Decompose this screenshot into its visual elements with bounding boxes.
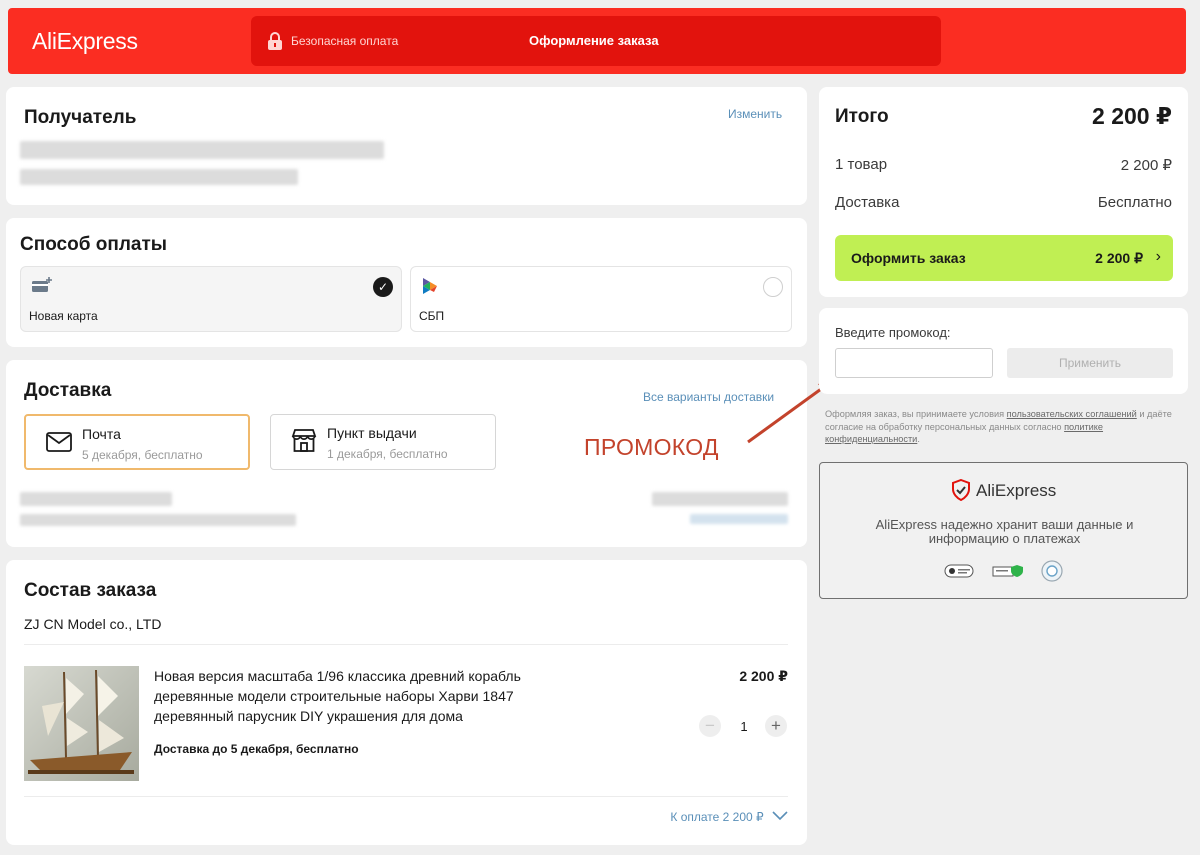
to-pay-toggle[interactable]: К оплате 2 200 ₽ — [670, 810, 788, 824]
payment-card: Способ оплаты ✓ Новая карта СБП — [6, 218, 807, 347]
blurred-address-right1 — [652, 492, 788, 506]
product-title-line: деревянные модели строительные наборы Ха… — [154, 688, 514, 704]
top-header: AliExpress Безопасная оплата Оформление … — [8, 8, 1186, 74]
summary-delivery-label: Доставка — [835, 194, 900, 211]
product-delivery-info: Доставка до 5 декабря, бесплатно — [154, 742, 359, 756]
lock-icon — [268, 32, 282, 50]
order-divider — [24, 644, 788, 645]
payment-radio[interactable] — [763, 277, 783, 297]
trust-logo: AliExpress — [976, 481, 1057, 500]
delivery-option-subtitle: 1 декабря, бесплатно — [327, 447, 448, 461]
store-icon — [291, 429, 317, 452]
apply-promo-button[interactable]: Применить — [1007, 348, 1173, 378]
payment-title: Способ оплаты — [20, 234, 167, 255]
secure-payment-label: Безопасная оплата — [291, 34, 399, 48]
order-divider — [24, 796, 788, 797]
promo-label: Введите промокод: — [835, 325, 951, 340]
chevron-down-icon — [772, 811, 788, 821]
delivery-option-title: Пункт выдачи — [327, 425, 417, 441]
quantity-plus-button[interactable]: + — [765, 715, 787, 737]
promo-annotation-label: ПРОМОКОД — [584, 434, 719, 460]
envelope-icon — [46, 432, 72, 452]
card-plus-icon — [32, 277, 52, 292]
delivery-option-pickup[interactable]: Пункт выдачи 1 декабря, бесплатно — [270, 414, 496, 470]
delivery-title: Доставка — [24, 380, 112, 401]
trust-text-line: AliExpress надежно хранит ваши данные и — [875, 517, 1134, 532]
summary-title: Итого — [835, 106, 889, 127]
product-title-line: деревянный парусник DIY украшения для до… — [154, 708, 463, 724]
blurred-recipient-phone — [20, 169, 298, 185]
recipient-card: Получатель Изменить — [6, 87, 807, 205]
summary-total: 2 200 ₽ — [1092, 103, 1172, 129]
terms-text-part: . — [917, 434, 920, 444]
sbp-icon — [423, 278, 437, 294]
shield-check-icon — [952, 479, 970, 501]
blurred-address-line1 — [20, 492, 172, 506]
delivery-option-post[interactable]: Почта 5 декабря, бесплатно — [24, 414, 250, 470]
terms-text: Оформляя заказ, вы принимаете условия по… — [825, 408, 1185, 446]
quantity-value[interactable]: 1 — [734, 719, 754, 734]
recipient-title: Получатель — [24, 107, 137, 128]
edit-recipient-link[interactable]: Изменить — [728, 107, 782, 121]
product-image[interactable] — [24, 666, 139, 781]
quantity-minus-button[interactable]: − — [699, 715, 721, 737]
order-card: Состав заказа ZJ CN Model co., LTD Новая… — [6, 560, 807, 845]
blurred-address-line2 — [20, 514, 296, 526]
place-order-button[interactable]: Оформить заказ 2 200 ₽ › — [835, 235, 1173, 281]
promo-card: Введите промокод: Применить — [819, 308, 1188, 394]
trust-block: AliExpress AliExpress надежно хранит ваш… — [819, 462, 1188, 599]
payment-option-sbp[interactable]: СБП — [410, 266, 792, 332]
payment-option-label: СБП — [419, 309, 445, 323]
promo-code-input[interactable] — [835, 348, 993, 378]
payment-option-new-card[interactable]: ✓ Новая карта — [20, 266, 402, 332]
aliexpress-logo[interactable]: AliExpress — [32, 28, 138, 55]
place-order-label: Оформить заказ — [851, 250, 966, 266]
delivery-option-subtitle: 5 декабря, бесплатно — [82, 448, 203, 462]
product-title-line: Новая версия масштаба 1/96 классика древ… — [154, 668, 521, 684]
delivery-option-title: Почта — [82, 426, 121, 442]
to-pay-label: К оплате 2 200 ₽ — [670, 810, 764, 824]
chevron-right-icon: › — [1155, 248, 1161, 265]
product-price: 2 200 ₽ — [739, 668, 788, 684]
payment-option-label: Новая карта — [29, 309, 98, 323]
product-title[interactable]: Новая версия масштаба 1/96 классика древ… — [154, 666, 521, 726]
selected-check-icon: ✓ — [373, 277, 393, 297]
page-title: Оформление заказа — [529, 33, 659, 48]
certificate-badge-icon — [1041, 560, 1063, 582]
card-security-badge-icon — [944, 564, 974, 578]
terms-text-part: Оформляя заказ, вы принимаете условия — [825, 409, 1007, 419]
ssl-badge-icon — [992, 565, 1023, 577]
summary-items-label: 1 товар — [835, 156, 888, 173]
summary-delivery-value: Бесплатно — [1097, 194, 1172, 211]
header-box: Безопасная оплата Оформление заказа — [251, 16, 941, 66]
blurred-address-right2 — [690, 514, 788, 524]
blurred-recipient-name — [20, 141, 384, 159]
summary-card: Итого 2 200 ₽ 1 товар 2 200 ₽ Доставка Б… — [819, 87, 1188, 297]
summary-items-value: 2 200 ₽ — [1120, 157, 1172, 174]
seller-name[interactable]: ZJ CN Model co., LTD — [24, 616, 161, 632]
place-order-amount: 2 200 ₽ — [1095, 250, 1143, 266]
trust-text-line: информацию о платежах — [928, 531, 1081, 546]
order-title: Состав заказа — [24, 580, 157, 601]
trust-text: AliExpress надежно хранит ваши данные и … — [840, 518, 1169, 546]
user-agreement-link[interactable]: пользовательских соглашений — [1007, 409, 1137, 419]
